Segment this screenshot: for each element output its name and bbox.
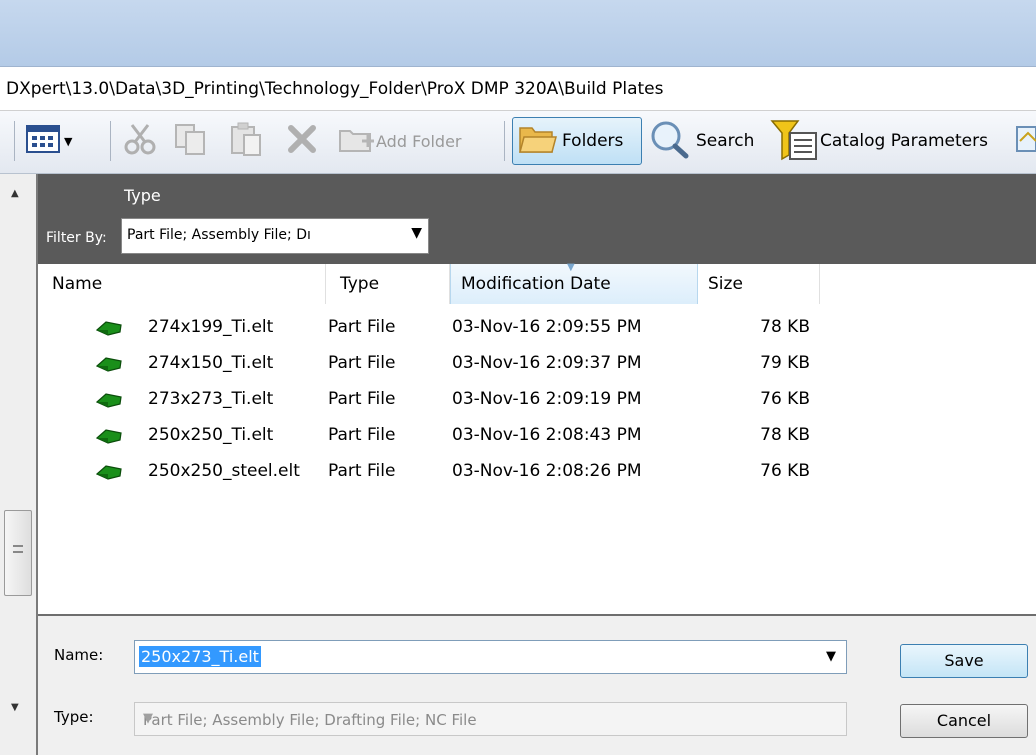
search-icon (648, 119, 690, 164)
file-name-cell: 273x273_Ti.elt (148, 389, 274, 409)
folders-label: Folders (562, 131, 624, 151)
file-name-cell: 250x250_Ti.elt (148, 425, 274, 445)
toolbar-separator (14, 121, 15, 161)
file-date-cell: 03-Nov-16 2:08:26 PM (452, 461, 642, 481)
type-label: Type: (54, 708, 94, 726)
paste-icon (228, 121, 264, 162)
scissors-icon (122, 121, 158, 162)
chevron-down-icon: ▼ (411, 225, 422, 241)
catalog-parameters-label: Catalog Parameters (820, 131, 988, 151)
file-row[interactable]: 274x150_Ti.elt Part File 03-Nov-16 2:09:37… (38, 346, 1036, 382)
path-bar[interactable]: DXpert\13.0\Data\3D_Printing\Technology_… (0, 67, 1036, 111)
filter-header: Type Filter By: Part File; Assembly File… (38, 174, 1036, 264)
add-folder-icon (338, 123, 376, 160)
chevron-down-icon: ▼ (143, 711, 153, 726)
sort-arrow-icon: ▼ (567, 262, 575, 273)
folders-button[interactable]: Folders (512, 117, 642, 165)
file-size-cell: 78 KB (760, 317, 810, 337)
folder-icon (518, 122, 558, 161)
delete-button[interactable] (286, 117, 318, 165)
file-type-cell: Part File (328, 353, 396, 373)
file-row[interactable]: 250x250_steel.elt Part File 03-Nov-16 2:08… (38, 454, 1036, 490)
column-header-modification-date[interactable]: ▼ Modification Date (450, 262, 698, 304)
part-file-icon (95, 392, 122, 413)
grip-icon (13, 545, 23, 553)
file-date-cell: 03-Nov-16 2:09:37 PM (452, 353, 642, 373)
scroll-thumb[interactable] (4, 510, 32, 596)
overflow-tool-button[interactable] (1016, 117, 1036, 165)
column-header-size-label: Size (708, 274, 743, 294)
paste-button[interactable] (228, 117, 264, 165)
part-file-icon (95, 356, 122, 377)
file-name-cell: 274x150_Ti.elt (148, 353, 274, 373)
file-row[interactable]: 250x250_Ti.elt Part File 03-Nov-16 2:08:43… (38, 418, 1036, 454)
catalog-funnel-icon (770, 117, 818, 166)
file-row[interactable]: 273x273_Ti.elt Part File 03-Nov-16 2:09:19… (38, 382, 1036, 418)
copy-button[interactable] (172, 117, 208, 165)
file-type-cell: Part File (328, 317, 396, 337)
part-file-icon (95, 320, 122, 341)
name-label: Name: (54, 646, 104, 664)
view-menu-button[interactable]: ▼ (26, 117, 72, 165)
file-size-cell: 78 KB (760, 425, 810, 445)
filter-type-dropdown[interactable]: Part File; Assembly File; Dı ▼ (121, 218, 429, 254)
delete-x-icon (286, 123, 318, 160)
scroll-up-icon[interactable]: ▲ (11, 188, 19, 199)
filter-type-label: Type (124, 186, 161, 205)
file-name-value: 250x273_Ti.elt (139, 646, 261, 667)
column-header-date-label: Modification Date (461, 274, 611, 294)
file-date-cell: 03-Nov-16 2:08:43 PM (452, 425, 642, 445)
home-icon (1016, 121, 1036, 162)
file-type-cell: Part File (328, 389, 396, 409)
file-type-cell: Part File (328, 461, 396, 481)
scroll-down-icon[interactable]: ▼ (11, 702, 19, 713)
toolbar: ▼ Add Folder Folders Search Catalog Para… (0, 111, 1036, 174)
copy-icon (172, 121, 208, 162)
left-scrollbar[interactable]: ▲ ▼ (0, 174, 38, 755)
save-button[interactable]: Save (900, 644, 1028, 678)
file-name-field[interactable]: 250x273_Ti.elt ▼ (134, 640, 847, 674)
file-size-cell: 76 KB (760, 461, 810, 481)
file-type-dropdown[interactable]: Part File; Assembly File; Drafting File;… (134, 702, 847, 736)
catalog-parameters-button[interactable]: Catalog Parameters (770, 117, 988, 165)
cut-button[interactable] (122, 117, 158, 165)
column-header-type[interactable]: Type (326, 264, 450, 304)
column-header-size[interactable]: Size (698, 264, 820, 304)
file-date-cell: 03-Nov-16 2:09:55 PM (452, 317, 642, 337)
file-size-cell: 76 KB (760, 389, 810, 409)
file-date-cell: 03-Nov-16 2:09:19 PM (452, 389, 642, 409)
search-label: Search (696, 131, 755, 151)
filter-by-label: Filter By: (46, 230, 107, 246)
file-row[interactable]: 274x199_Ti.elt Part File 03-Nov-16 2:09:55… (38, 310, 1036, 346)
part-file-icon (95, 464, 122, 485)
file-type-cell: Part File (328, 425, 396, 445)
cancel-button[interactable]: Cancel (900, 704, 1028, 738)
part-file-icon (95, 428, 122, 449)
file-name-cell: 274x199_Ti.elt (148, 317, 274, 337)
filter-type-value: Part File; Assembly File; Dı (127, 227, 311, 243)
chevron-down-icon: ▼ (64, 134, 73, 148)
search-button[interactable]: Search (648, 117, 754, 165)
file-name-cell: 250x250_steel.elt (148, 461, 300, 481)
path-text: DXpert\13.0\Data\3D_Printing\Technology_… (6, 79, 664, 99)
column-header-name[interactable]: Name (38, 264, 326, 304)
chevron-down-icon[interactable]: ▼ (826, 649, 836, 664)
add-folder-button[interactable]: Add Folder (338, 117, 462, 165)
file-size-cell: 79 KB (760, 353, 810, 373)
save-form: Name: 250x273_Ti.elt ▼ Type: Part File; … (38, 616, 1036, 755)
file-list: Name Type ▼ Modification Date Size 274x1… (38, 262, 1036, 616)
toolbar-separator (504, 121, 505, 161)
column-header-type-label: Type (340, 274, 380, 294)
view-grid-icon (26, 124, 60, 159)
column-header-name-label: Name (52, 274, 103, 294)
add-folder-label: Add Folder (376, 131, 462, 151)
toolbar-separator (110, 121, 111, 161)
title-bar (0, 0, 1036, 67)
